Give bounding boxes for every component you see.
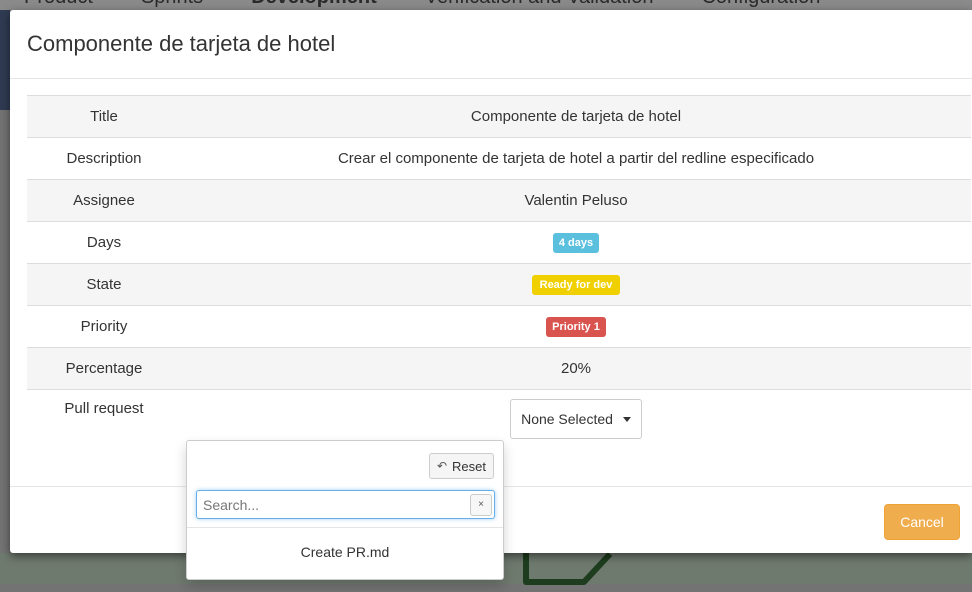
row-key-state: State: [27, 263, 181, 306]
cancel-button[interactable]: Cancel: [884, 504, 960, 540]
modal-header: Componente de tarjeta de hotel: [10, 10, 972, 79]
table-row: Description Crear el componente de tarje…: [27, 137, 971, 180]
row-value-title: Componente de tarjeta de hotel: [181, 95, 971, 138]
chevron-down-icon: [622, 416, 631, 422]
table-row: Percentage 20%: [27, 347, 971, 390]
state-badge: Ready for dev: [531, 274, 621, 295]
table-row: Days 4 days: [27, 221, 971, 264]
row-value-priority: Priority 1: [181, 305, 971, 348]
pull-request-multiselect[interactable]: None Selected: [510, 399, 642, 439]
bg-tab-configuration: Configuration: [701, 0, 820, 10]
task-details-table: Title Componente de tarjeta de hotel Des…: [27, 95, 971, 466]
row-value-description: Crear el componente de tarjeta de hotel …: [181, 137, 971, 180]
row-key-assignee: Assignee: [27, 179, 181, 222]
row-key-description: Description: [27, 137, 181, 180]
row-key-pull-request: Pull request: [27, 389, 181, 466]
row-value-percentage: 20%: [181, 347, 971, 390]
dropdown-option-create-pr[interactable]: Create PR.md: [187, 537, 503, 567]
reset-button[interactable]: ↶ Reset: [428, 453, 494, 479]
row-key-priority: Priority: [27, 305, 181, 348]
table-row: Assignee Valentin Peluso: [27, 179, 971, 222]
row-key-percentage: Percentage: [27, 347, 181, 390]
days-badge: 4 days: [552, 232, 600, 253]
bg-tab-development: Development: [251, 0, 377, 10]
row-value-assignee: Valentin Peluso: [181, 179, 971, 222]
bg-tab-sprints: Sprints: [141, 0, 203, 10]
row-value-days: 4 days: [181, 221, 971, 264]
table-row: State Ready for dev: [27, 263, 971, 306]
row-value-state: Ready for dev: [181, 263, 971, 306]
bg-tab-verification: Verification and Validation: [425, 0, 654, 10]
background-sidebar-edge: [0, 10, 10, 110]
background-navbar: Product Sprints Development Verification…: [0, 0, 972, 10]
undo-icon: ↶: [436, 459, 448, 473]
multiselect-selected-text: None Selected: [521, 411, 613, 427]
modal-title: Componente de tarjeta de hotel: [27, 31, 336, 56]
search-field: ×: [196, 490, 495, 519]
pull-request-dropdown-menu: ↶ Reset × Create PR.md: [186, 440, 504, 580]
search-input[interactable]: [197, 491, 470, 518]
dropdown-divider: [187, 527, 503, 528]
reset-label: Reset: [452, 458, 486, 474]
table-row: Priority Priority 1: [27, 305, 971, 348]
modal-body: Title Componente de tarjeta de hotel Des…: [10, 79, 972, 466]
bg-tab-product: Product: [24, 0, 93, 10]
priority-badge: Priority 1: [546, 316, 606, 337]
row-key-title: Title: [27, 95, 181, 138]
background-shape: [523, 551, 613, 585]
row-key-days: Days: [27, 221, 181, 264]
table-row: Title Componente de tarjeta de hotel: [27, 95, 971, 138]
clear-search-button[interactable]: ×: [470, 493, 492, 516]
